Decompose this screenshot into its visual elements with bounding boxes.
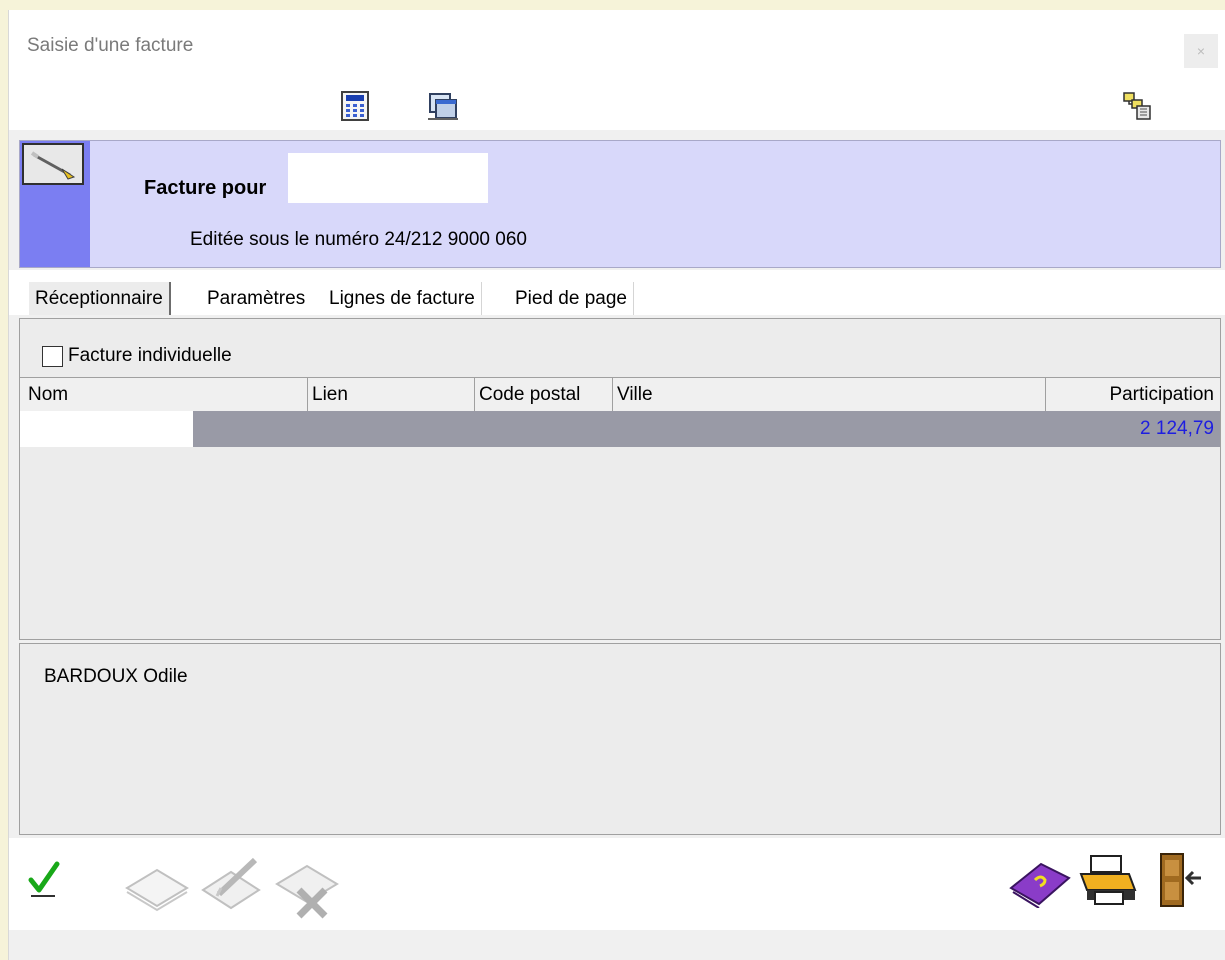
recipient-name: BARDOUX Odile <box>44 666 188 687</box>
tab-lignes-de-facture[interactable]: Lignes de facture <box>323 282 482 315</box>
header-color-strip <box>20 141 90 267</box>
column-header-lien[interactable]: Lien <box>307 378 474 411</box>
close-button[interactable]: × <box>1184 34 1218 68</box>
window-icon[interactable] <box>427 90 459 122</box>
tab-parametres[interactable]: Paramètres <box>201 282 311 315</box>
row-nom-cell[interactable] <box>20 411 193 447</box>
printer-icon[interactable] <box>1077 852 1139 908</box>
delete-document-icon[interactable] <box>271 854 343 920</box>
linked-documents-icon[interactable] <box>1121 90 1153 122</box>
invoice-header-panel: Facture pour Editée sous le numéro 24/21… <box>19 140 1221 268</box>
help-book-icon[interactable] <box>1007 858 1073 908</box>
facture-pour-label: Facture pour <box>144 177 267 199</box>
table-row[interactable]: 2 124,79 <box>20 411 1220 447</box>
recipient-details-panel: BARDOUX Odile <box>19 643 1221 835</box>
recipient-panel: Facture individuelle Nom Lien Code posta… <box>19 318 1221 640</box>
new-document-icon[interactable] <box>121 858 193 914</box>
facture-individuelle-checkbox[interactable] <box>42 345 63 367</box>
validate-check-icon[interactable] <box>27 860 61 900</box>
calculator-icon[interactable] <box>339 90 371 122</box>
window-title: Saisie d'une facture <box>27 35 194 56</box>
row-participation-value: 2 124,79 <box>1140 418 1214 439</box>
invoice-window: Saisie d'une facture × Facture pour Edit… <box>8 10 1225 960</box>
bottom-action-bar <box>9 838 1225 930</box>
tab-bar: Réceptionnaire Paramètres Lignes de fact… <box>9 270 1225 315</box>
title-bar: Saisie d'une facture × <box>9 10 1225 80</box>
client-name-field <box>288 153 488 203</box>
exit-door-icon[interactable] <box>1155 850 1205 910</box>
edit-document-icon <box>22 143 84 185</box>
facture-individuelle-option[interactable]: Facture individuelle <box>42 343 232 369</box>
column-header-ville[interactable]: Ville <box>612 378 1045 411</box>
tab-receptionnaire[interactable]: Réceptionnaire <box>29 282 171 315</box>
column-header-nom[interactable]: Nom <box>28 378 310 411</box>
column-header-participation[interactable]: Participation <box>1045 378 1220 411</box>
toolbar <box>9 80 1225 130</box>
tab-pied-de-page[interactable]: Pied de page <box>509 282 634 315</box>
grid-header: Nom Lien Code postal Ville Participation <box>20 377 1220 411</box>
edit-document-icon[interactable] <box>197 854 269 916</box>
facture-individuelle-label: Facture individuelle <box>68 345 232 366</box>
invoice-number-text: Editée sous le numéro 24/212 9000 060 <box>190 229 527 250</box>
column-header-code-postal[interactable]: Code postal <box>474 378 612 411</box>
